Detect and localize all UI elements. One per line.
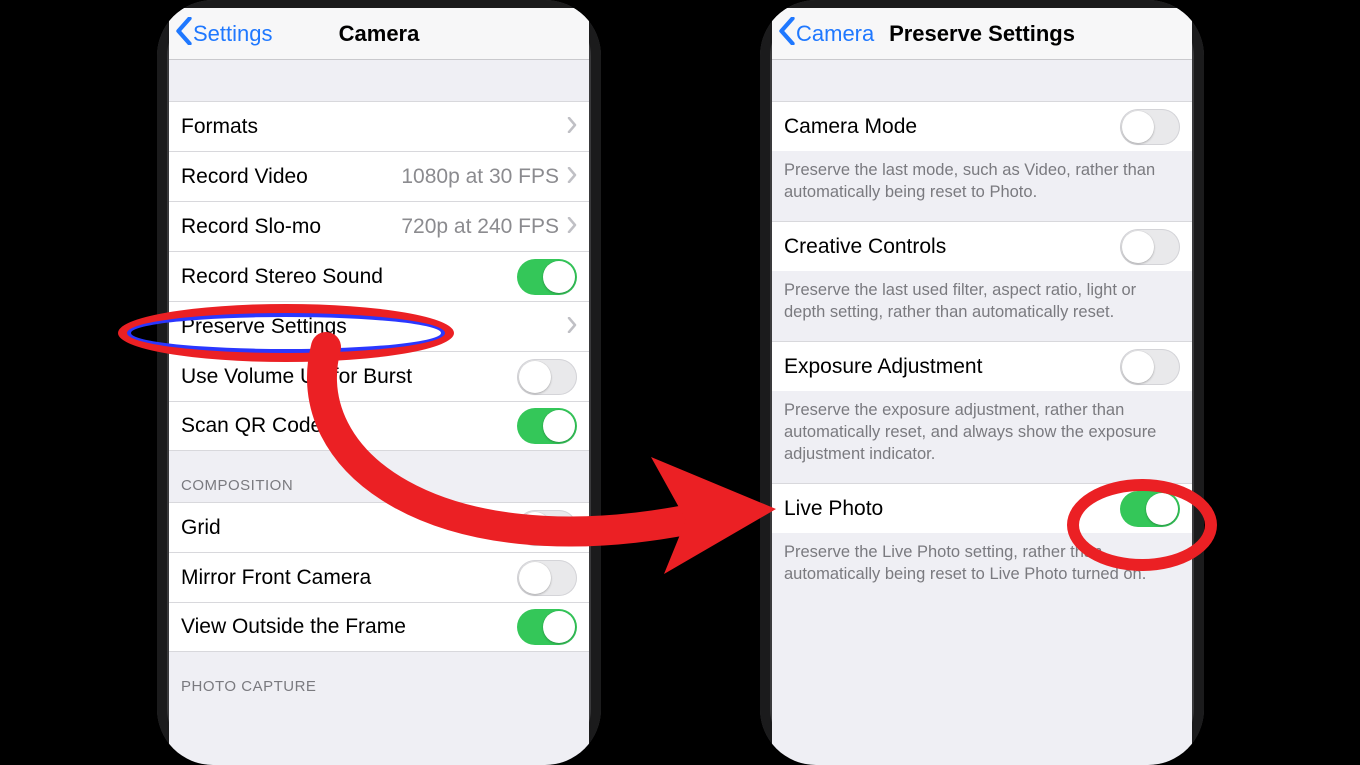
chevron-right-icon: [567, 115, 577, 139]
toggle-exposure[interactable]: [1120, 349, 1180, 385]
row-preserve-settings[interactable]: Preserve Settings: [169, 301, 589, 351]
toggle-mirror-front[interactable]: [517, 560, 577, 596]
toggle-live-photo[interactable]: [1120, 491, 1180, 527]
row-label: Scan QR Codes: [181, 414, 517, 438]
toggle-stereo-sound[interactable]: [517, 259, 577, 295]
footer-creative-controls: Preserve the last used filter, aspect ra…: [772, 271, 1192, 341]
row-label: Record Slo-mo: [181, 215, 401, 239]
row-value: 1080p at 30 FPS: [401, 165, 559, 189]
row-label: Record Stereo Sound: [181, 265, 517, 289]
chevron-right-icon: [567, 165, 577, 189]
toggle-camera-mode[interactable]: [1120, 109, 1180, 145]
row-volume-burst: Use Volume Up for Burst: [169, 351, 589, 401]
chevron-left-icon: [778, 17, 796, 51]
chevron-left-icon: [175, 17, 193, 51]
row-grid: Grid: [169, 502, 589, 552]
section-header-photo-capture: PHOTO CAPTURE: [169, 652, 589, 703]
row-label: Preserve Settings: [181, 315, 563, 339]
chevron-right-icon: [567, 215, 577, 239]
screen-camera-settings: Settings Camera Formats Record Video 108…: [169, 8, 589, 765]
row-label: View Outside the Frame: [181, 615, 517, 639]
row-label: Grid: [181, 516, 517, 540]
row-label: Record Video: [181, 165, 401, 189]
group-spacer: [169, 60, 589, 101]
back-label: Camera: [796, 21, 874, 47]
back-button-settings[interactable]: Settings: [175, 17, 273, 51]
navbar-camera: Settings Camera: [169, 8, 589, 60]
back-button-camera[interactable]: Camera: [778, 17, 874, 51]
footer-live-photo: Preserve the Live Photo setting, rather …: [772, 533, 1192, 603]
row-mirror-front: Mirror Front Camera: [169, 552, 589, 602]
screen-preserve-settings: Camera Preserve Settings Camera Mode Pre…: [772, 8, 1192, 765]
toggle-volume-burst[interactable]: [517, 359, 577, 395]
navbar-preserve: Camera Preserve Settings: [772, 8, 1192, 60]
row-label: Use Volume Up for Burst: [181, 365, 517, 389]
row-label: Mirror Front Camera: [181, 566, 517, 590]
row-camera-mode: Camera Mode: [772, 101, 1192, 151]
row-label: Creative Controls: [784, 235, 1120, 259]
back-label: Settings: [193, 21, 273, 47]
row-stereo-sound: Record Stereo Sound: [169, 251, 589, 301]
row-label: Live Photo: [784, 497, 1120, 521]
toggle-grid[interactable]: [517, 510, 577, 546]
row-label: Exposure Adjustment: [784, 355, 1120, 379]
row-label: Camera Mode: [784, 115, 1120, 139]
toggle-scan-qr[interactable]: [517, 408, 577, 444]
row-value: 720p at 240 FPS: [401, 215, 559, 239]
footer-exposure: Preserve the exposure adjustment, rather…: [772, 391, 1192, 483]
row-view-outside-frame: View Outside the Frame: [169, 602, 589, 652]
row-record-video[interactable]: Record Video 1080p at 30 FPS: [169, 151, 589, 201]
toggle-view-outside[interactable]: [517, 609, 577, 645]
group-spacer: [772, 60, 1192, 101]
row-label: Formats: [181, 115, 563, 139]
toggle-creative-controls[interactable]: [1120, 229, 1180, 265]
row-formats[interactable]: Formats: [169, 101, 589, 151]
row-live-photo: Live Photo: [772, 483, 1192, 533]
row-creative-controls: Creative Controls: [772, 221, 1192, 271]
row-exposure-adjustment: Exposure Adjustment: [772, 341, 1192, 391]
row-scan-qr: Scan QR Codes: [169, 401, 589, 451]
phone-frame-right: Camera Preserve Settings Camera Mode Pre…: [760, 0, 1204, 765]
chevron-right-icon: [567, 315, 577, 339]
footer-camera-mode: Preserve the last mode, such as Video, r…: [772, 151, 1192, 221]
section-header-composition: COMPOSITION: [169, 451, 589, 502]
row-record-slomo[interactable]: Record Slo-mo 720p at 240 FPS: [169, 201, 589, 251]
phone-frame-left: Settings Camera Formats Record Video 108…: [157, 0, 601, 765]
